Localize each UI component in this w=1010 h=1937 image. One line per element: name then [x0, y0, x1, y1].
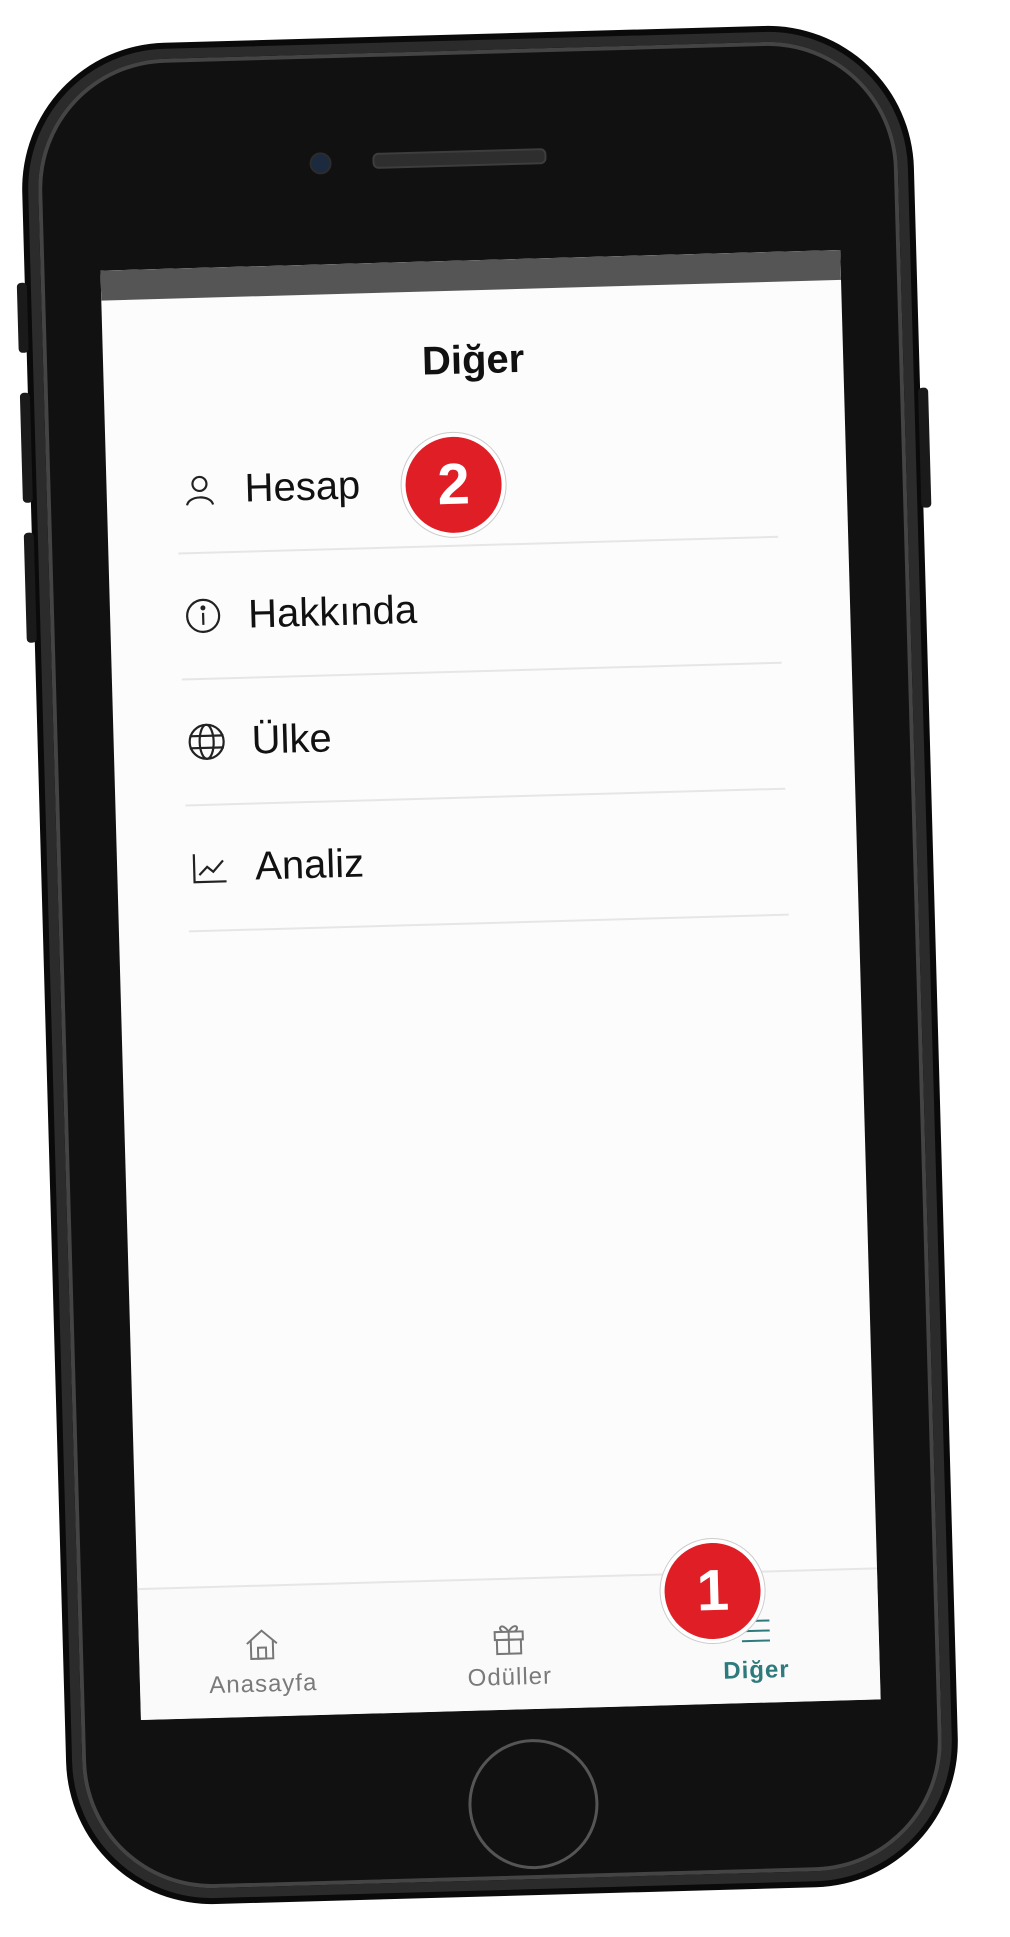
menu-item-label: Hesap	[243, 462, 361, 511]
menu-item-label: Ülke	[251, 715, 333, 763]
info-icon	[180, 592, 227, 639]
tab-label: Odüller	[467, 1662, 553, 1692]
step-badge-2: 2	[400, 431, 508, 539]
bottom-tab-bar: Anasayfa Odüller 1 Diğer	[137, 1537, 881, 1721]
tab-label: Diğer	[722, 1655, 791, 1685]
home-icon	[246, 1629, 278, 1660]
menu-item-label: Hakkında	[247, 587, 418, 637]
page-title: Diğer	[421, 336, 525, 384]
volume-up-button	[19, 392, 33, 503]
menu-item-hakkinda[interactable]: Hakkında	[178, 537, 782, 681]
menu-item-label: Analiz	[254, 840, 365, 889]
gift-icon	[493, 1625, 524, 1656]
menu-item-analiz[interactable]: Analiz	[185, 789, 789, 933]
settings-menu: Hesap 2 Hakkında Ülke Analiz	[105, 410, 859, 934]
stage: Diğer Hesap 2 Hakkında Ülke Analiz Anasa…	[0, 0, 1010, 1937]
user-icon	[176, 466, 223, 513]
phone-device: Diğer Hesap 2 Hakkında Ülke Analiz Anasa…	[16, 28, 956, 1902]
menu-item-hesap[interactable]: Hesap 2	[174, 411, 779, 555]
tab-label: Anasayfa	[208, 1669, 318, 1700]
menu-item-ulke[interactable]: Ülke	[181, 663, 786, 807]
volume-down-button	[23, 532, 37, 643]
power-button	[918, 387, 932, 508]
mute-switch	[16, 282, 29, 353]
tab-anasayfa[interactable]: Anasayfa	[137, 1583, 387, 1720]
app-screen: Diğer Hesap 2 Hakkında Ülke Analiz Anasa…	[100, 249, 881, 1721]
tab-oduller[interactable]: Odüller	[384, 1576, 634, 1713]
chart-icon	[187, 844, 234, 891]
globe-icon	[183, 718, 230, 765]
tab-diger[interactable]: 1 Diğer	[630, 1537, 880, 1706]
